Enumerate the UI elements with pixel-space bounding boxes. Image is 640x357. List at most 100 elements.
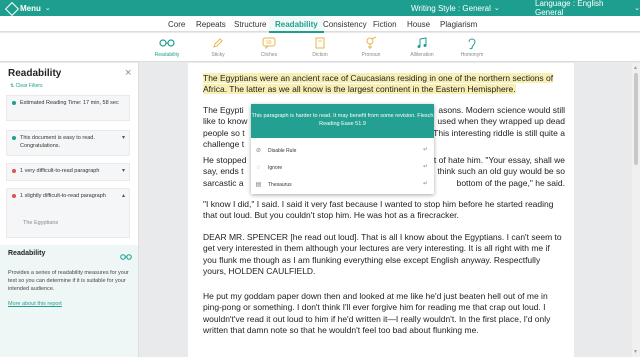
chevron-down-icon: ⌄ bbox=[493, 5, 500, 12]
hook-arrow-icon: ↵ bbox=[422, 181, 428, 187]
top-bar: Menu ⌄ Writing Style : General ⌄ Languag… bbox=[0, 0, 640, 17]
option-label: Ignore bbox=[268, 164, 283, 171]
writing-style-dropdown[interactable]: Writing Style : General ⌄ bbox=[411, 4, 500, 13]
text-fragment: think such an old guy would be so bbox=[437, 166, 565, 177]
report-alliteration[interactable]: Alliteration bbox=[402, 36, 442, 58]
more-about-report-link[interactable]: More about this report bbox=[8, 301, 62, 307]
report-label: Homonym bbox=[460, 52, 484, 58]
text-fragment: bottom of the page," he said. bbox=[456, 177, 565, 188]
menu-button[interactable]: Menu ⌄ bbox=[6, 3, 51, 13]
report-label: Sticky bbox=[211, 52, 225, 58]
disable-rule-option[interactable]: ⊘ Disable Rule bbox=[255, 147, 297, 155]
tab-repeats[interactable]: Repeats bbox=[196, 16, 226, 32]
highlighted-paragraph[interactable]: The Egyptians were an ancient race of Ca… bbox=[203, 73, 554, 95]
tab-house[interactable]: House bbox=[407, 16, 430, 32]
glasses-icon bbox=[147, 36, 187, 50]
menu-label: Menu bbox=[20, 3, 41, 13]
text-fragment: people so t bbox=[203, 127, 245, 138]
report-label: Pronoun bbox=[361, 52, 381, 58]
text-fragment: The Egypti bbox=[203, 105, 244, 115]
text-fragment: used when they wrapped up dead bbox=[437, 116, 565, 127]
report-description: Provides a series of readability measure… bbox=[8, 270, 129, 292]
thesaurus-option[interactable]: ▤ Thesaurus bbox=[255, 181, 292, 189]
paragraph[interactable]: "I know I did," I said. I said it very f… bbox=[203, 199, 565, 222]
text-fragment: asons. Modern science would still bbox=[438, 105, 565, 115]
text-fragment: challenge t bbox=[203, 139, 245, 150]
language-label: Language : English General bbox=[535, 0, 604, 17]
eye-slash-icon: ⊘ bbox=[255, 148, 262, 154]
logo-icon bbox=[6, 3, 16, 13]
report-label: Readability bbox=[154, 52, 180, 58]
chevron-down-icon: ⌄ bbox=[634, 5, 640, 12]
report-label: Diction bbox=[312, 52, 328, 58]
language-dropdown[interactable]: Language : English General ⌄ bbox=[535, 0, 640, 17]
chevron-up-icon: ▴ bbox=[121, 193, 125, 199]
report-label: Cliches bbox=[260, 52, 278, 58]
option-label: Disable Rule bbox=[268, 147, 297, 154]
tab-structure[interactable]: Structure bbox=[234, 16, 266, 32]
glasses-icon bbox=[120, 248, 132, 266]
scroll-up-icon[interactable]: ▲ bbox=[633, 65, 638, 71]
sidebar-title: Readability bbox=[8, 68, 62, 79]
status-dot bbox=[12, 169, 16, 173]
report-readability[interactable]: Readability bbox=[147, 36, 187, 58]
card-text: 1 very difficult-to-read paragraph bbox=[20, 168, 100, 174]
writing-style-label: Writing Style : General bbox=[411, 3, 491, 13]
chevron-down-icon: ▾ bbox=[121, 135, 125, 141]
report-pronoun[interactable]: Pronoun bbox=[351, 36, 391, 58]
paragraph[interactable]: The Egyptians were an ancient race of Ca… bbox=[203, 73, 565, 96]
status-dot bbox=[12, 101, 16, 105]
paragraph[interactable]: DEAR MR. SPENCER [he read out loud]. Tha… bbox=[203, 232, 565, 278]
text-fragment: sarcastic a bbox=[203, 177, 244, 188]
close-icon[interactable]: × bbox=[125, 67, 131, 79]
report-diction[interactable]: Diction bbox=[300, 36, 340, 58]
gender-icon bbox=[351, 36, 391, 50]
book-icon bbox=[300, 36, 340, 50]
scrollbar[interactable]: ▲ ▼ bbox=[632, 63, 640, 357]
very-difficult-card[interactable]: 1 very difficult-to-read paragraph ▾ bbox=[6, 163, 130, 181]
tab-readability[interactable]: Readability bbox=[269, 16, 324, 33]
hook-arrow-icon: ↵ bbox=[422, 164, 428, 170]
option-label: Thesaurus bbox=[268, 181, 292, 188]
ear-icon bbox=[452, 36, 492, 50]
paragraph[interactable]: He put my goddam paper down then and loo… bbox=[203, 291, 565, 337]
text-fragment: sort of hate him. "Your essay, shall we bbox=[422, 155, 565, 165]
card-text: This document is easy to read. Congratul… bbox=[20, 135, 95, 149]
readability-sidebar: Readability × ⇅ Clear Filters Estimated … bbox=[0, 63, 139, 357]
ignore-icon: ◌ bbox=[256, 164, 261, 171]
slightly-difficult-card[interactable]: 1 slightly difficult-to-read paragraph ▴… bbox=[6, 188, 130, 238]
status-dot bbox=[12, 194, 16, 198]
card-text: Estimated Reading Time: 17 min, 58 sec bbox=[20, 100, 119, 106]
clear-filters-link[interactable]: ⇅ Clear Filters bbox=[10, 83, 43, 89]
text-fragment: like to know bbox=[203, 116, 248, 127]
scroll-down-icon[interactable]: ▼ bbox=[633, 349, 638, 355]
report-description-title: Readability bbox=[8, 250, 46, 257]
paragraph-link[interactable]: The Egyptians bbox=[23, 220, 58, 226]
text-fragment: He stopped bbox=[203, 155, 247, 165]
scrollbar-thumb[interactable] bbox=[634, 73, 638, 165]
report-icons-row: Readability Sticky 99 Cliches Diction Pr… bbox=[0, 33, 640, 62]
easy-to-read-card[interactable]: This document is easy to read. Congratul… bbox=[6, 130, 130, 156]
thesaurus-icon: ▤ bbox=[255, 182, 262, 188]
report-cliches[interactable]: 99 Cliches bbox=[249, 36, 289, 58]
report-homonym[interactable]: Homonym bbox=[452, 36, 492, 58]
svg-text:99: 99 bbox=[266, 40, 272, 46]
report-category-tabs: Core Repeats Structure Readability Consi… bbox=[0, 16, 640, 33]
speech-bubble-icon: 99 bbox=[249, 36, 289, 50]
clear-filters-label: Clear Filters bbox=[15, 83, 43, 89]
chevron-down-icon: ▾ bbox=[121, 168, 125, 174]
tab-core[interactable]: Core bbox=[168, 16, 185, 32]
pencil-icon bbox=[198, 36, 238, 50]
tab-consistency[interactable]: Consistency bbox=[323, 16, 367, 32]
popup-message: This paragraph is harder to read. It may… bbox=[251, 104, 434, 138]
tab-fiction[interactable]: Fiction bbox=[373, 16, 397, 32]
readability-popup: This paragraph is harder to read. It may… bbox=[251, 104, 434, 194]
text-fragment: say, ends t bbox=[203, 166, 244, 177]
hook-arrow-icon: ↵ bbox=[422, 147, 428, 153]
report-label: Alliteration bbox=[410, 52, 434, 58]
text-fragment: s. This interesting riddle is still quit… bbox=[424, 127, 565, 138]
ignore-option[interactable]: ◌ Ignore bbox=[255, 164, 282, 171]
tab-plagiarism[interactable]: Plagiarism bbox=[440, 16, 477, 32]
report-sticky[interactable]: Sticky bbox=[198, 36, 238, 58]
music-note-icon bbox=[402, 36, 442, 50]
